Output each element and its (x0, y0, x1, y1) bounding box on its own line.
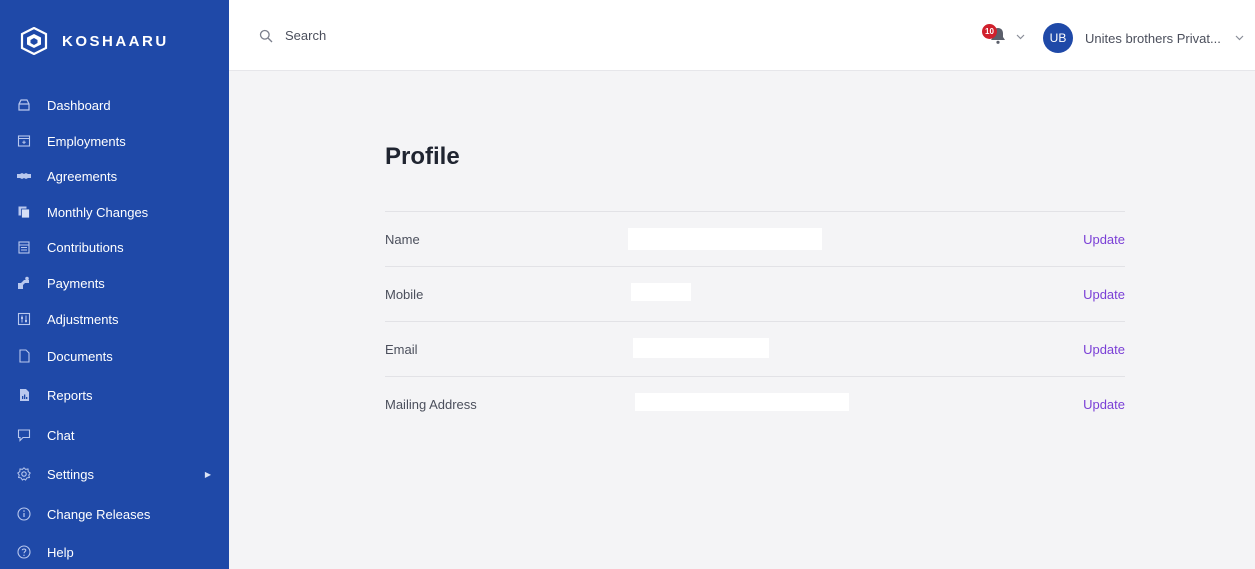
sidebar-item-documents[interactable]: Documents (0, 341, 229, 371)
sidebar-item-label: Monthly Changes (47, 204, 149, 220)
sidebar-item-change-releases[interactable]: Change Releases (0, 499, 229, 529)
sidebar-item-adjustments[interactable]: Adjustments (0, 304, 229, 334)
sidebar-item-settings[interactable]: Settings ▶ (0, 459, 229, 489)
sidebar-item-label: Reports (47, 387, 93, 403)
sidebar-item-dashboard[interactable]: Dashboard (0, 90, 229, 120)
calendar-icon (17, 240, 31, 254)
account-menu[interactable]: UB Unites brothers Privat... (1043, 23, 1244, 53)
employments-icon (17, 134, 31, 148)
search-input[interactable]: Search (259, 28, 326, 43)
mobile-value (631, 283, 691, 301)
search-placeholder: Search (285, 28, 327, 43)
sidebar-item-label: Employments (47, 133, 126, 149)
sidebar-item-label: Change Releases (47, 506, 151, 522)
info-icon (17, 507, 31, 521)
sidebar-item-label: Settings (47, 466, 94, 482)
copy-icon (17, 205, 31, 219)
field-label: Email (385, 341, 418, 357)
sidebar-item-employments[interactable]: Employments (0, 126, 229, 156)
gear-icon (17, 467, 31, 481)
sidebar-item-agreements[interactable]: Agreements (0, 161, 229, 191)
koshaaru-logo-icon (20, 27, 48, 55)
sidebar-item-contributions[interactable]: Contributions (0, 232, 229, 262)
chevron-down-icon (1016, 34, 1025, 40)
sidebar-item-label: Adjustments (47, 311, 119, 327)
profile-row-email: Email Update (385, 321, 1125, 376)
sidebar-item-monthly-changes[interactable]: Monthly Changes (0, 197, 229, 227)
name-value (628, 228, 822, 250)
sidebar-item-help[interactable]: Help (0, 537, 229, 567)
dashboard-icon (17, 98, 31, 112)
field-label: Mobile (385, 286, 424, 302)
profile-row-mailing-address: Mailing Address Update (385, 376, 1125, 431)
email-value (633, 338, 769, 358)
sidebar-item-label: Documents (47, 348, 113, 364)
sidebar-item-label: Contributions (47, 239, 124, 255)
mailing-address-value (635, 393, 849, 411)
notifications-button[interactable]: 10 (982, 24, 1025, 48)
sidebar-item-label: Agreements (47, 168, 118, 184)
search-icon (259, 29, 273, 42)
sidebar-item-payments[interactable]: Payments (0, 268, 229, 298)
profile-row-mobile: Mobile Update (385, 266, 1125, 321)
sidebar: KOSHAARU Dashboard Employments Agreement… (0, 0, 229, 569)
field-label: Mailing Address (385, 396, 477, 412)
document-icon (17, 349, 31, 363)
sidebar-item-label: Payments (47, 275, 105, 291)
profile-row-name: Name Update (385, 211, 1125, 266)
sidebar-item-label: Chat (47, 427, 75, 443)
brand-name: KOSHAARU (62, 32, 169, 50)
sidebar-item-chat[interactable]: Chat (0, 420, 229, 450)
update-mailing-address-link[interactable]: Update (1083, 397, 1125, 412)
sliders-icon (17, 312, 31, 326)
handshake-icon (17, 169, 31, 183)
sidebar-item-label: Help (47, 544, 74, 560)
payments-icon (17, 276, 31, 290)
account-name: Unites brothers Privat... (1085, 30, 1221, 46)
sidebar-item-label: Dashboard (47, 97, 111, 113)
brand[interactable]: KOSHAARU (0, 0, 229, 82)
expand-arrow-icon[interactable]: ▶ (205, 470, 211, 479)
update-name-link[interactable]: Update (1083, 232, 1125, 247)
topbar: Search 10 UB Unites brothers Privat... (229, 0, 1255, 71)
report-icon (17, 388, 31, 402)
field-label: Name (385, 231, 420, 247)
sidebar-item-reports[interactable]: Reports (0, 380, 229, 410)
chat-icon (17, 428, 31, 442)
update-mobile-link[interactable]: Update (1083, 287, 1125, 302)
avatar: UB (1043, 23, 1073, 53)
notification-badge: 10 (982, 24, 997, 39)
help-icon (17, 545, 31, 559)
page-title: Profile (385, 143, 460, 170)
chevron-down-icon (1235, 35, 1244, 41)
update-email-link[interactable]: Update (1083, 342, 1125, 357)
